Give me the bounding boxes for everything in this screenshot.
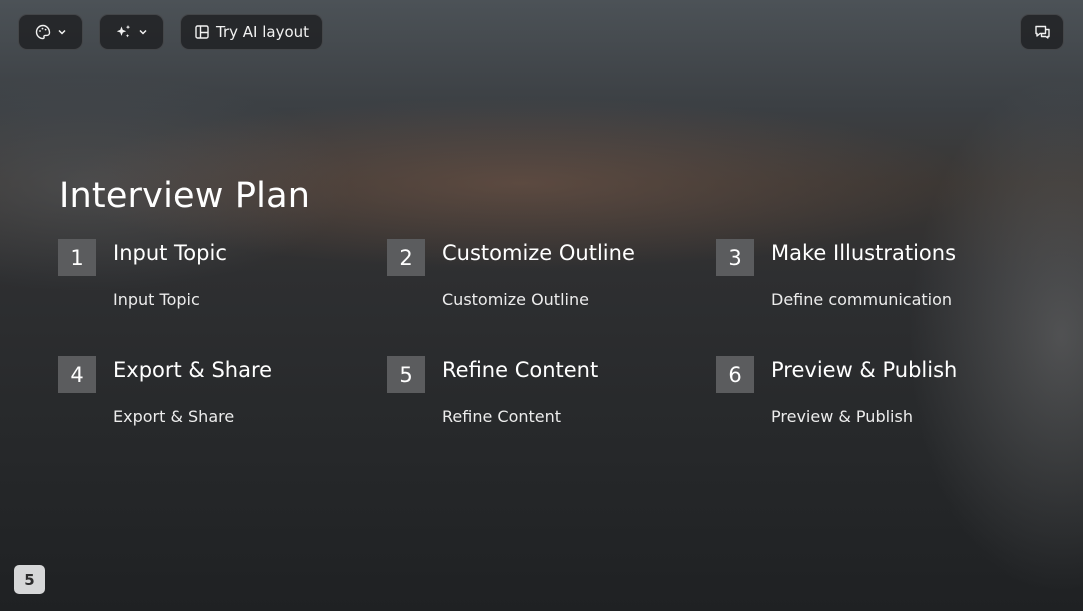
step-number: 2	[387, 239, 425, 276]
step-description: Define communication	[771, 290, 953, 309]
step-title: Refine Content	[442, 358, 599, 382]
step-description: Input Topic	[113, 290, 200, 309]
step-description: Preview & Publish	[771, 407, 913, 426]
sparkles-icon	[115, 24, 132, 40]
step-number: 4	[58, 356, 96, 393]
palette-icon	[35, 24, 51, 40]
ai-dropdown-button[interactable]	[99, 14, 164, 50]
page-number-badge[interactable]: 5	[14, 565, 45, 594]
theme-dropdown-button[interactable]	[18, 14, 83, 50]
step-number: 5	[387, 356, 425, 393]
chevron-down-icon	[57, 27, 67, 37]
comment-icon	[1034, 24, 1051, 40]
slide-title: Interview Plan	[59, 176, 311, 216]
layout-icon	[194, 24, 210, 40]
step-title: Input Topic	[113, 241, 227, 265]
step-description: Export & Share	[113, 407, 235, 426]
step-title: Export & Share	[113, 358, 273, 382]
chevron-down-icon	[138, 27, 148, 37]
step-description: Refine Content	[442, 407, 562, 426]
comment-button[interactable]	[1020, 14, 1064, 50]
step-title: Preview & Publish	[771, 358, 958, 382]
step-title: Customize Outline	[442, 241, 635, 265]
step-title: Make Illustrations	[771, 241, 957, 265]
step-number: 3	[716, 239, 754, 276]
step-description: Customize Outline	[442, 290, 589, 309]
step-number: 6	[716, 356, 754, 393]
slide-canvas: Try AI layout Interview Plan 1 Input Top…	[0, 0, 1083, 611]
try-ai-layout-label: Try AI layout	[215, 23, 310, 41]
step-number: 1	[58, 239, 96, 276]
try-ai-layout-button[interactable]: Try AI layout	[180, 14, 323, 50]
